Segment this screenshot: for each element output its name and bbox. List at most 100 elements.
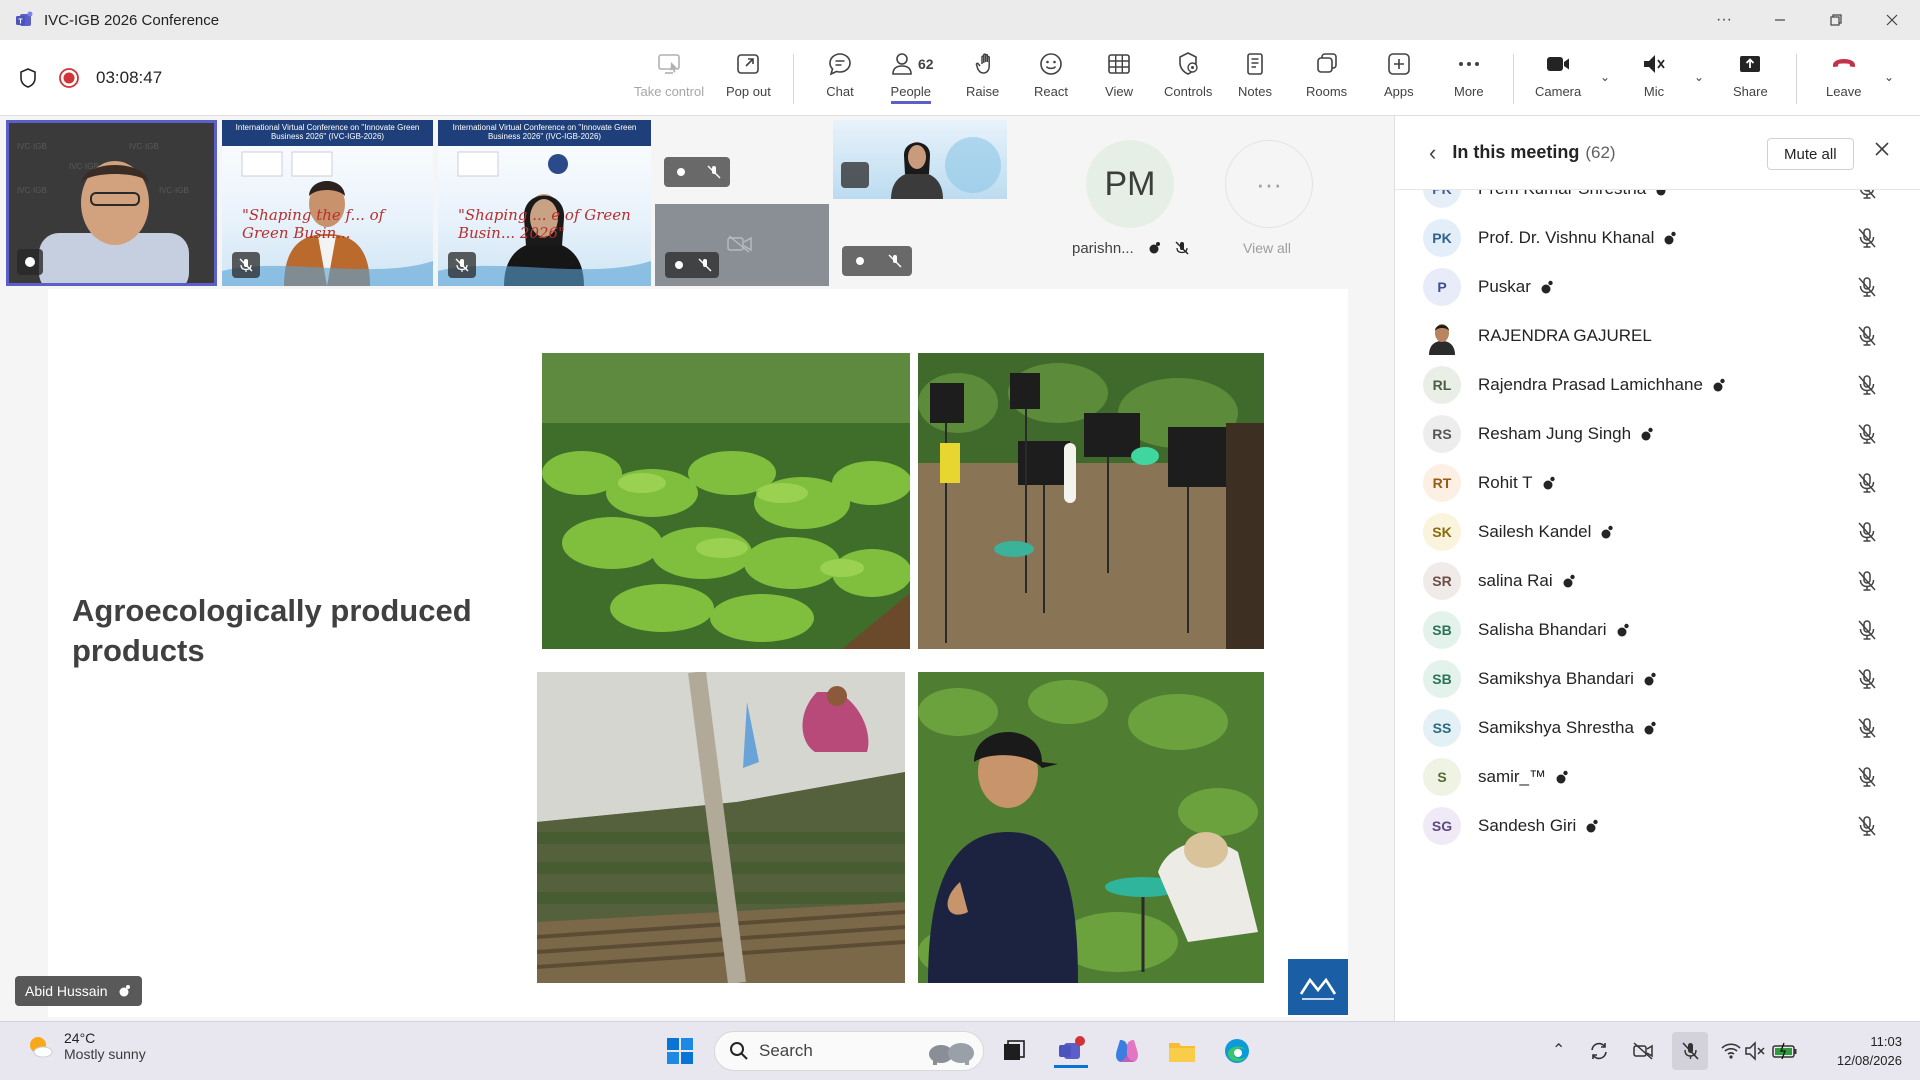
participant-row[interactable]: PK Prof. Dr. Vishnu Khanal [1395, 213, 1920, 262]
participant-row[interactable]: SS Samikshya Shrestha [1395, 703, 1920, 752]
minimize-button[interactable] [1752, 0, 1808, 40]
leave-options-chevron-icon[interactable]: ⌄ [1884, 70, 1894, 84]
participant-avatar: SK [1423, 512, 1461, 551]
panel-title: In this meeting [1452, 142, 1580, 162]
mic-off-icon[interactable] [1855, 716, 1879, 740]
participant-row[interactable]: SB Samikshya Bhandari [1395, 654, 1920, 703]
tray-chevron-up-icon[interactable]: ⌃ [1552, 1040, 1565, 1060]
more-options-icon[interactable]: ··· [1696, 0, 1752, 40]
sync-icon[interactable] [1588, 1040, 1610, 1062]
mic-options-chevron-icon[interactable]: ⌄ [1694, 70, 1704, 84]
participant-row[interactable]: P Puskar [1395, 262, 1920, 311]
participant-row[interactable]: SG Sandesh Giri [1395, 801, 1920, 850]
video-tile-camera-off[interactable] [655, 204, 829, 286]
mic-off-icon[interactable] [1855, 226, 1879, 250]
mic-off-icon[interactable] [1855, 765, 1879, 789]
apps-label: Apps [1384, 84, 1414, 99]
avatar-pm[interactable]: PM [1086, 140, 1174, 228]
mic-off-icon[interactable] [1855, 618, 1879, 642]
participant-row[interactable]: Ssamir_™ [1395, 752, 1920, 801]
participant-row[interactable]: SK Sailesh Kandel [1395, 507, 1920, 556]
apps-button[interactable]: Apps [1384, 50, 1414, 110]
leave-button[interactable]: Leave [1826, 50, 1861, 110]
participant-avatar: SB [1423, 610, 1461, 649]
video-tile-abid-hussain[interactable]: IVC·IGBIVC·IGBIVC·IGBIVC·IGBIVC·IGBIVC·I… [6, 120, 217, 286]
rooms-button[interactable]: Rooms [1306, 50, 1347, 110]
wifi-icon[interactable] [1720, 1040, 1742, 1062]
share-button[interactable]: Share [1733, 50, 1768, 110]
people-button[interactable]: 62 People [888, 50, 934, 110]
participant-name: Puskar [1478, 277, 1555, 297]
battery-charging-icon[interactable] [1772, 1040, 1798, 1062]
participant-row[interactable]: RT Rohit T [1395, 458, 1920, 507]
video-tile-participant-2[interactable]: International Virtual Conference on "Inn… [222, 120, 433, 286]
participant-row[interactable]: RAJENDRA GAJUREL [1395, 311, 1920, 360]
raise-hand-button[interactable]: Raise [966, 50, 999, 110]
participant-row[interactable]: SB Salisha Bhandari [1395, 605, 1920, 654]
system-clock[interactable]: 11:03 12/08/2026 [1818, 1032, 1902, 1070]
participant-row[interactable]: PK Prem Kumar Shrestha [1395, 190, 1920, 213]
close-button[interactable] [1864, 0, 1920, 40]
toolbar-divider [1796, 54, 1797, 104]
teams-taskbar-icon[interactable] [1054, 1034, 1088, 1068]
view-button[interactable]: View [1105, 50, 1133, 110]
taskbar-search-box[interactable]: Search [714, 1031, 984, 1071]
mic-off-icon[interactable] [1855, 422, 1879, 446]
participant-avatar: S [1423, 757, 1461, 796]
chat-button[interactable]: Chat [826, 50, 854, 110]
take-control-label: Take control [634, 84, 705, 99]
mic-off-icon[interactable] [1855, 520, 1879, 544]
view-all-label[interactable]: View all [1243, 240, 1291, 256]
restore-button[interactable] [1808, 0, 1864, 40]
video-tile-participant-3[interactable]: International Virtual Conference on "Inn… [438, 120, 651, 286]
participant-name-label: samir_™ [1478, 766, 1547, 786]
mic-off-icon[interactable] [1855, 667, 1879, 691]
mic-off-icon[interactable] [1855, 471, 1879, 495]
svg-text:IVC·IGB: IVC·IGB [159, 186, 189, 195]
controls-button[interactable]: Controls [1164, 50, 1212, 110]
notes-button[interactable]: Notes [1238, 50, 1272, 110]
mic-off-icon[interactable] [1855, 814, 1879, 838]
camera-options-chevron-icon[interactable]: ⌄ [1600, 70, 1610, 84]
camera-button[interactable]: Camera [1535, 50, 1581, 110]
mute-all-button[interactable]: Mute all [1767, 138, 1854, 170]
mic-off-icon[interactable] [1855, 275, 1879, 299]
participant-name-label: RAJENDRA GAJUREL [1478, 325, 1652, 345]
file-explorer-icon[interactable] [1165, 1034, 1199, 1068]
copilot-icon[interactable] [1110, 1034, 1144, 1068]
camera-off-tray-icon[interactable] [1632, 1040, 1654, 1062]
mic-off-icon[interactable] [1855, 324, 1879, 348]
participant-row[interactable]: RS Resham Jung Singh [1395, 409, 1920, 458]
mic-off-icon[interactable] [1855, 190, 1879, 201]
more-button[interactable]: More [1454, 50, 1484, 110]
participant-name-label: Samikshya Shrestha [1478, 717, 1634, 737]
participant-avatar: RL [1423, 365, 1461, 404]
back-chevron-icon[interactable]: ‹ [1429, 140, 1436, 166]
mic-button[interactable]: Mic [1640, 50, 1668, 110]
take-control-button[interactable]: Take control [634, 50, 704, 110]
shield-icon[interactable] [18, 67, 38, 89]
mic-off-icon[interactable] [1855, 569, 1879, 593]
task-view-icon[interactable] [997, 1034, 1031, 1068]
volume-muted-icon[interactable] [1744, 1040, 1766, 1062]
apps-plus-icon [1388, 53, 1410, 75]
view-all-button[interactable]: ··· [1225, 140, 1313, 228]
photo-leafy-crop [542, 353, 910, 649]
mic-muted-tray-button[interactable] [1672, 1032, 1708, 1070]
participant-row[interactable]: SR salina Rai [1395, 556, 1920, 605]
pop-out-button[interactable]: Pop out [726, 50, 771, 110]
react-button[interactable]: React [1034, 50, 1068, 110]
search-icon [730, 1042, 748, 1060]
hand-icon [1586, 819, 1598, 832]
video-tile-participant-5[interactable] [833, 120, 1007, 199]
sun-cloud-icon [30, 1037, 53, 1058]
close-icon[interactable] [1873, 138, 1891, 164]
edge-browser-icon[interactable] [1220, 1034, 1254, 1068]
mic-off-icon[interactable] [1855, 373, 1879, 397]
mic-off-icon [455, 258, 469, 272]
participant-row[interactable]: RL Rajendra Prasad Lamichhane [1395, 360, 1920, 409]
windows-taskbar: 24°C Mostly sunny Search ⌃ 11:03 12/08/2… [0, 1021, 1920, 1080]
toolbar-divider [793, 54, 794, 104]
windows-start-icon[interactable] [663, 1034, 697, 1068]
weather-widget[interactable]: 24°C Mostly sunny [26, 1030, 146, 1062]
